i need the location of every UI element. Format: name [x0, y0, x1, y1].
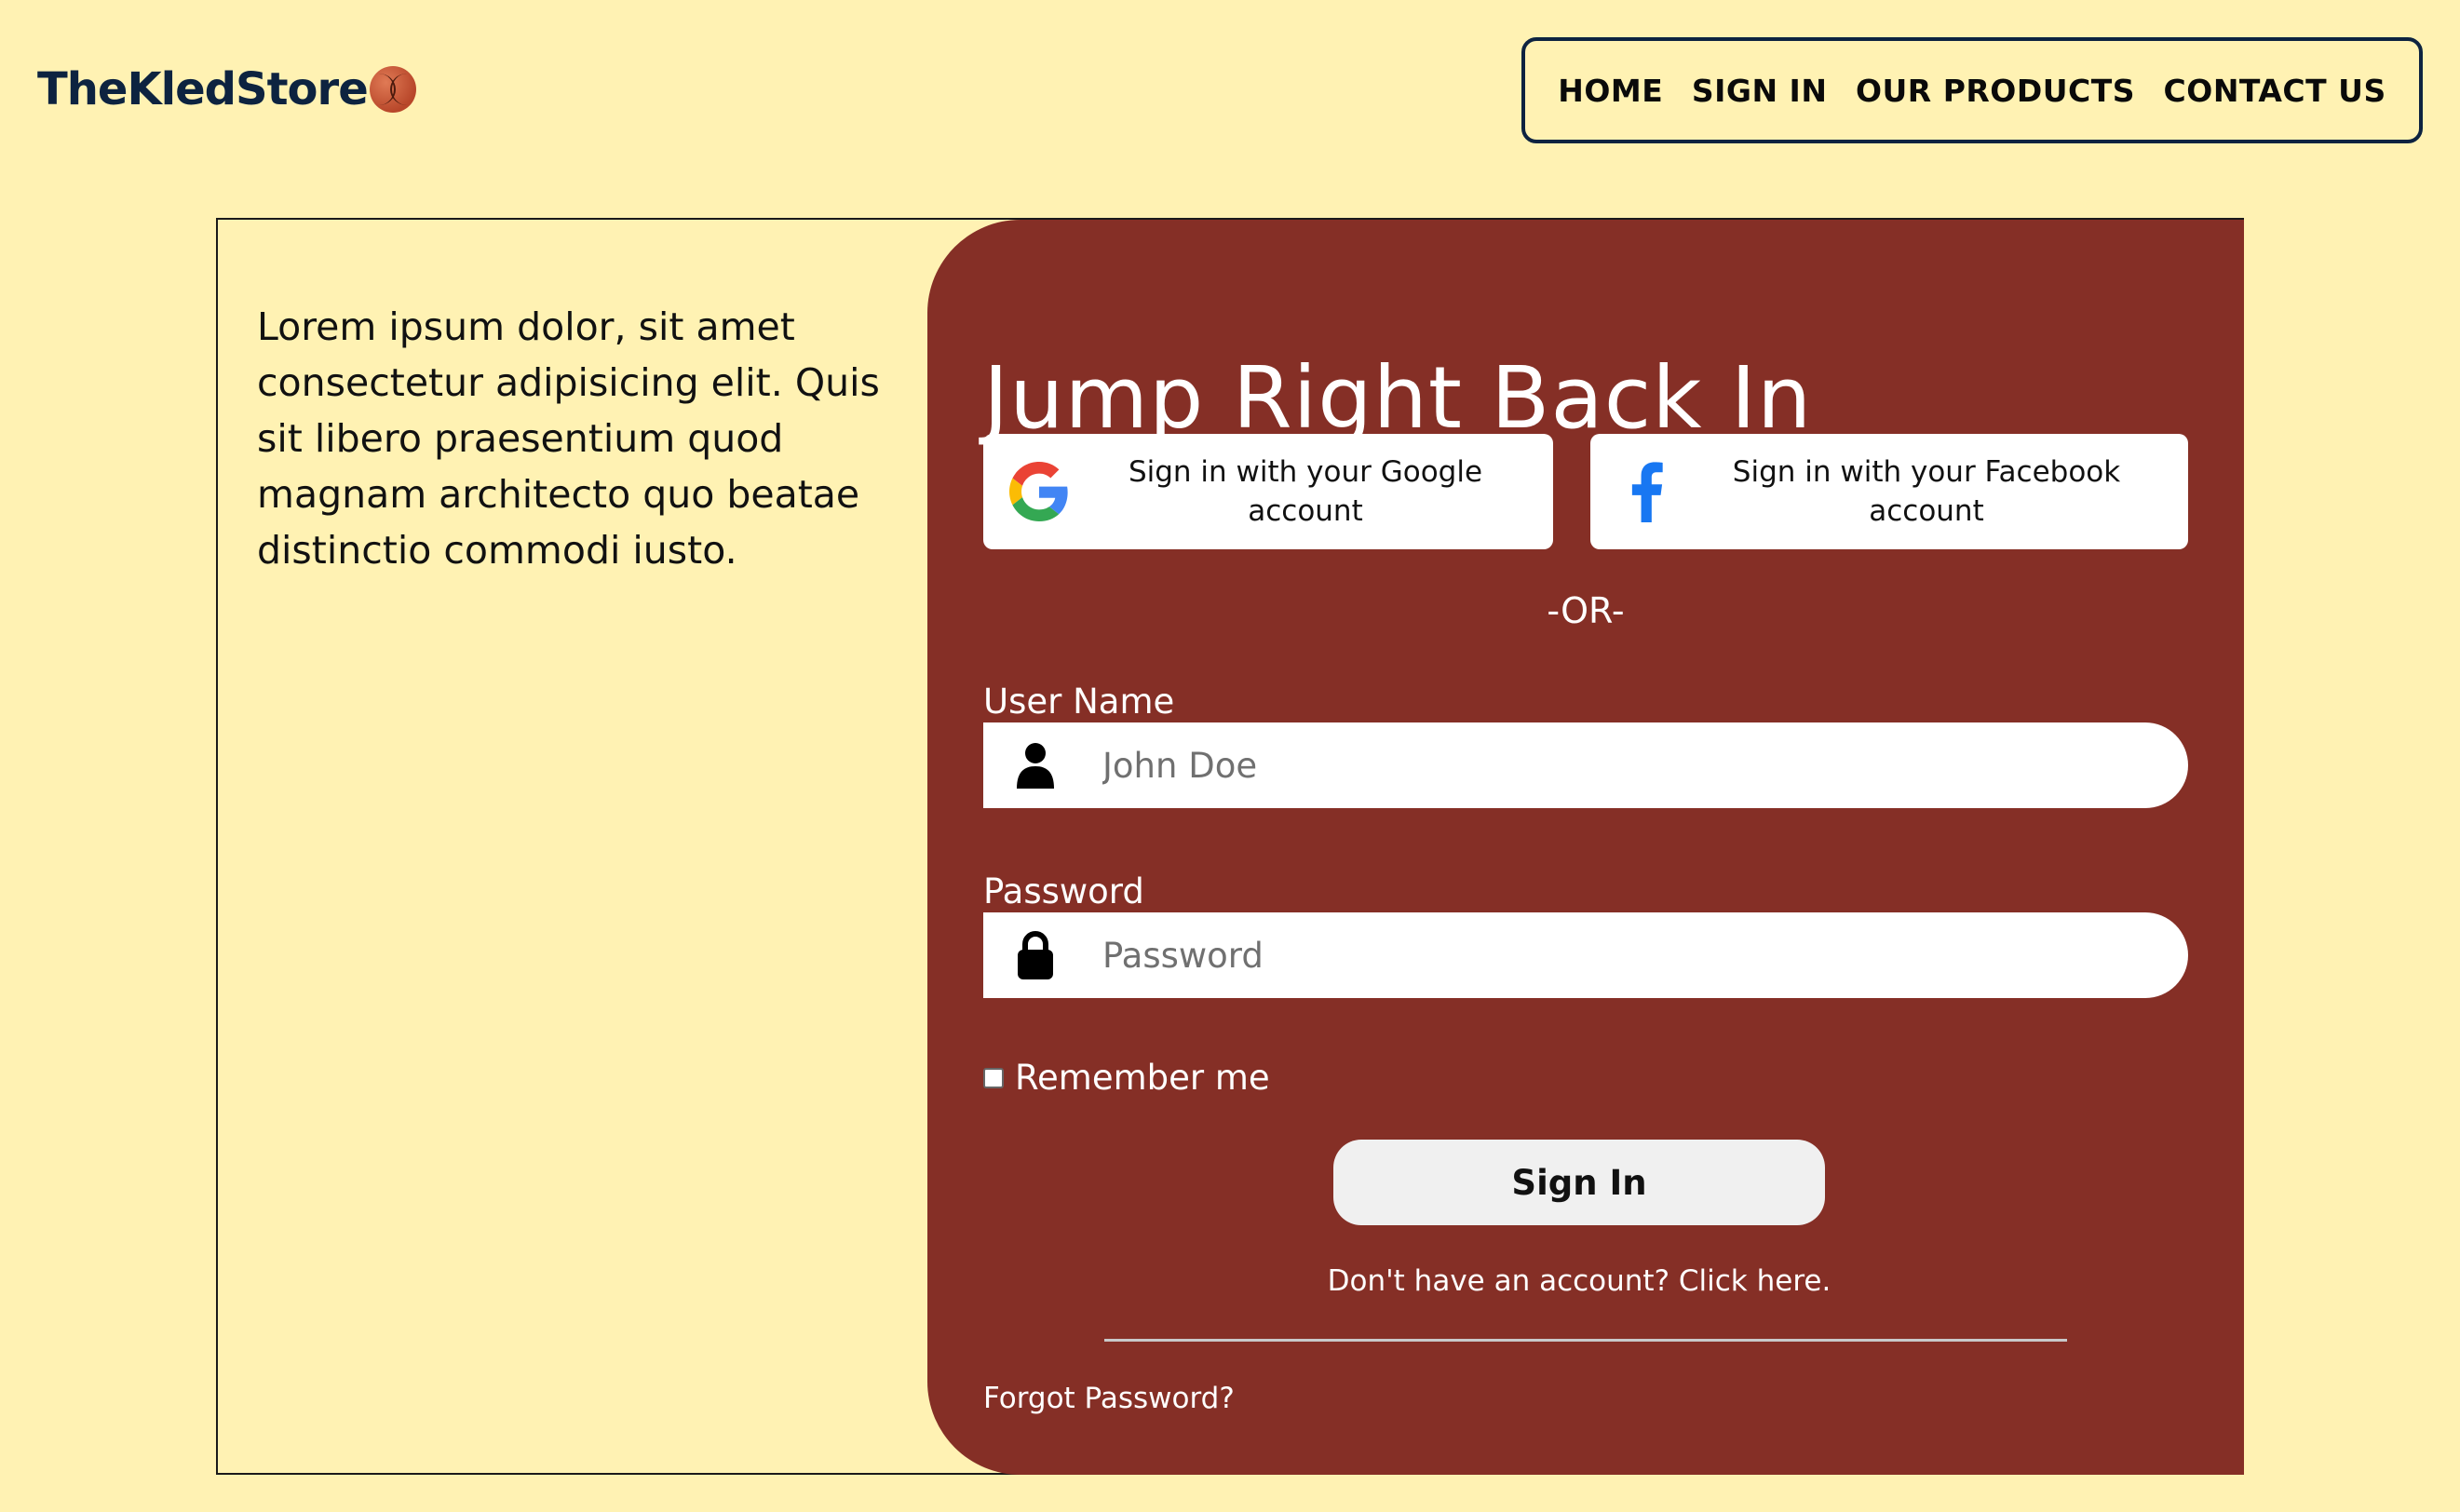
- sign-in-button[interactable]: Sign In: [1333, 1140, 1825, 1225]
- google-signin-button[interactable]: Sign in with your Google account: [983, 434, 1553, 549]
- main-nav: HOME SIGN IN OUR PRODUCTS CONTACT US: [1521, 37, 2423, 143]
- nav-home[interactable]: HOME: [1558, 73, 1663, 109]
- lock-icon: [983, 931, 1088, 979]
- forgot-password-link[interactable]: Forgot Password?: [983, 1382, 1235, 1415]
- password-field: [983, 912, 2188, 998]
- google-icon: [983, 462, 1095, 521]
- main-container: Lorem ipsum dolor, sit amet consectetur …: [216, 218, 2244, 1475]
- password-label: Password: [983, 871, 1144, 911]
- nav-sign-in[interactable]: SIGN IN: [1692, 73, 1828, 109]
- facebook-signin-label: Sign in with your Facebook account: [1732, 455, 2121, 528]
- brand-logo[interactable]: TheKledStore: [37, 63, 416, 115]
- facebook-signin-button[interactable]: Sign in with your Facebook account: [1590, 434, 2188, 549]
- login-panel: Jump Right Back In Sign in with your Goo…: [927, 220, 2244, 1475]
- username-field: [983, 722, 2188, 808]
- username-input[interactable]: [1088, 744, 2188, 787]
- remember-me-label: Remember me: [1015, 1058, 1270, 1098]
- user-icon: [983, 742, 1088, 789]
- google-signin-label: Sign in with your Google account: [1128, 455, 1483, 528]
- basketball-icon: [369, 66, 416, 113]
- facebook-icon: [1590, 461, 1702, 522]
- or-separator: -OR-: [1547, 590, 1625, 631]
- nav-our-products[interactable]: OUR PRODUCTS: [1856, 73, 2135, 109]
- username-label: User Name: [983, 682, 1175, 722]
- divider: [1104, 1339, 2067, 1342]
- nav-contact-us[interactable]: CONTACT US: [2164, 73, 2386, 109]
- login-title: Jump Right Back In: [983, 347, 1813, 448]
- signup-link[interactable]: Don't have an account? Click here.: [927, 1264, 2231, 1298]
- remember-me-checkbox[interactable]: [983, 1067, 1004, 1088]
- brand-name: TheKledStore: [37, 63, 369, 115]
- password-input[interactable]: [1088, 934, 2188, 977]
- remember-me: Remember me: [983, 1058, 1270, 1098]
- intro-text: Lorem ipsum dolor, sit amet consectetur …: [257, 304, 880, 573]
